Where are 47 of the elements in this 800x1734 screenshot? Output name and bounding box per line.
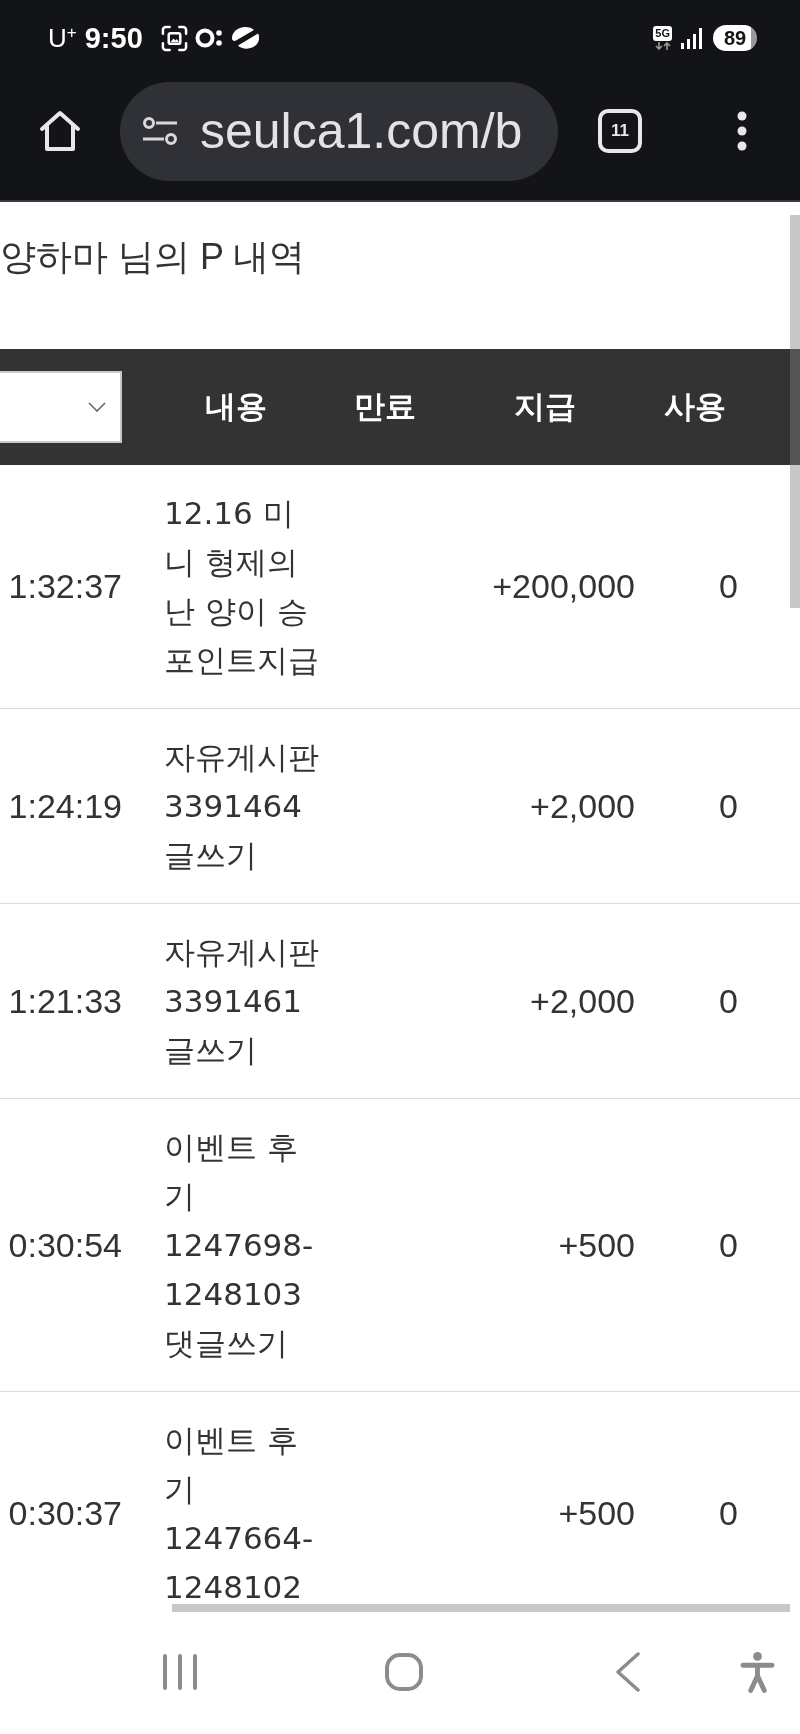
table-cell: 0 [719, 1494, 738, 1533]
table-cell: 0 [719, 981, 738, 1021]
table-cell: 0:30:54 [8, 1225, 122, 1265]
table-cell-text: 자유게시판 3391461 글쓰기 [164, 932, 320, 1070]
table-cell: +500 [558, 1225, 635, 1265]
more-menu-icon[interactable] [737, 111, 747, 151]
table-cell: 1:24:19 [8, 786, 122, 826]
table-cell: 1:32:37 [8, 567, 122, 606]
table-cell: 0 [719, 786, 738, 826]
home-icon[interactable] [38, 109, 82, 153]
table-cell: 1:21:33 [8, 981, 122, 1021]
address-bar[interactable]: seulca1.com/b [120, 81, 558, 181]
table-cell-text: 이벤트 후기 1247664-1248102 [164, 1420, 315, 1607]
vertical-scrollbar[interactable] [790, 215, 800, 608]
signal-icon [681, 27, 702, 49]
table-cell: 0 [719, 567, 738, 606]
table-cell: +2,000 [530, 981, 635, 1021]
table-cell: +2,000 [530, 786, 635, 826]
table-cell: 0:30:37 [8, 1494, 122, 1533]
table-cell-text: 12.16 미니 형제의 난 양이 승 포인트지급 [164, 493, 320, 680]
back-icon[interactable] [615, 1652, 640, 1692]
column-header: 내용 [205, 388, 267, 426]
carrier-label: U$^{+}$ [48, 23, 77, 53]
table-cell-text: 자유게시판 3391464 글쓰기 [164, 737, 320, 875]
data-arrows-icon [654, 42, 671, 50]
url-text: seulca1.com/b [200, 102, 523, 160]
table-cell: 0 [719, 1225, 738, 1265]
table-cell: +500 [558, 1494, 635, 1533]
status-time: 9:50 [84, 21, 143, 55]
column-header: 만료 [354, 388, 416, 426]
tab-switcher-button[interactable]: 11 [598, 109, 642, 153]
table-cell: +200,000 [492, 567, 635, 606]
ring-dots-icon [194, 27, 223, 49]
column-header: 사용 [664, 388, 726, 426]
accessibility-icon[interactable] [740, 1651, 775, 1693]
scan-frame-icon [160, 24, 188, 52]
column-header: 지급 [514, 388, 576, 426]
network-type: 5G [653, 26, 672, 41]
recent-apps-icon[interactable] [162, 1654, 198, 1690]
horizontal-scrollbar[interactable] [172, 1604, 790, 1612]
page-title: 양하마 님의 P 내역 [0, 235, 306, 279]
tune-icon[interactable] [142, 117, 178, 145]
battery-indicator: 89 [713, 25, 757, 51]
chevron-down-icon [88, 402, 106, 412]
nav-home-icon[interactable] [385, 1653, 423, 1691]
split-circle-icon [229, 26, 260, 50]
table-cell-text: 이벤트 후기 1247698-1248103 댓글쓰기 [164, 1127, 315, 1363]
